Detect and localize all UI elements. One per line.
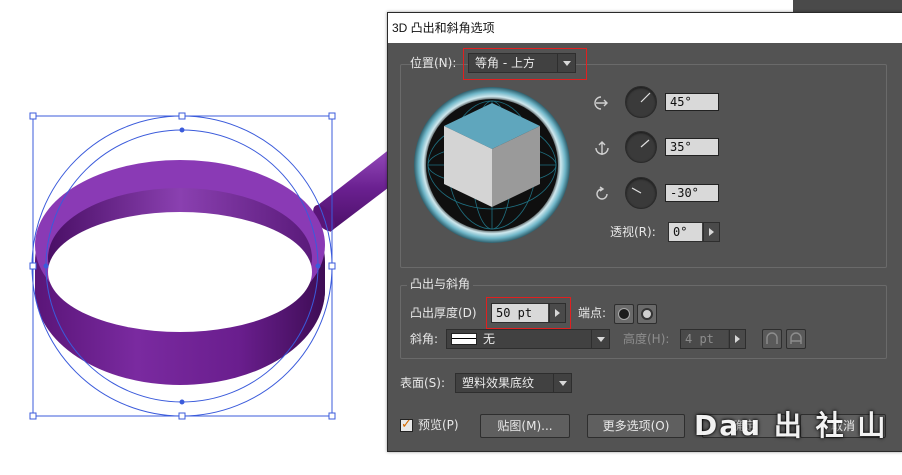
rotate-z-dial[interactable]: [625, 177, 657, 209]
more-options-button[interactable]: 更多选项(O): [587, 414, 685, 438]
rotate-y-dial[interactable]: [625, 131, 657, 163]
rotate-y-icon: [595, 141, 609, 155]
site-watermark: Dau 出 社 山: [694, 409, 888, 442]
anchor-top: [179, 127, 185, 133]
position-label: 位置(N):: [410, 56, 457, 70]
surface-dropdown-value: 塑料效果底纹: [462, 376, 535, 390]
bevel-height-field: 4 pt: [680, 329, 746, 349]
perspective-value: 0°: [669, 223, 702, 241]
extrude-bevel-dialog: 3D 凸出和斜角选项 位置(N): 等角 - 上方 45° 35° -30° 透…: [387, 12, 902, 452]
chevron-down-icon: [591, 330, 609, 348]
position-highlight: [463, 48, 587, 80]
anchor-left: [43, 263, 49, 269]
bevel-label: 斜角:: [410, 332, 439, 346]
perspective-label: 透视(R):: [610, 225, 656, 239]
chevron-right-icon: [729, 330, 745, 348]
handle-tl: [29, 112, 37, 120]
handle-tr: [328, 112, 336, 120]
handle-tm: [178, 112, 186, 120]
cap-off-icon: [641, 308, 653, 320]
anchor-bottom: [179, 399, 185, 405]
rotation-cube-trackball[interactable]: [413, 86, 571, 244]
cap-label: 端点:: [578, 306, 607, 320]
bevel-extent-in-button: [786, 329, 806, 349]
cap-off-button[interactable]: [637, 304, 657, 324]
cap-on-button[interactable]: [614, 304, 634, 324]
handle-bm: [178, 412, 186, 420]
purple-ring-artwork[interactable]: [35, 145, 405, 385]
bevel-height-value: 4 pt: [681, 330, 728, 348]
rotate-x-field[interactable]: 45°: [665, 93, 719, 111]
bevel-dropdown[interactable]: 无: [446, 329, 610, 349]
rotate-z-icon: [596, 186, 608, 200]
chevron-right-icon[interactable]: [703, 223, 719, 241]
handle-br: [328, 412, 336, 420]
bevel-height-label: 高度(H):: [623, 332, 670, 346]
extrude-depth-label: 凸出厚度(D): [410, 306, 477, 320]
extrude-depth-highlight: [486, 297, 571, 329]
cap-on-icon: [618, 308, 630, 320]
preview-label[interactable]: 预览(P): [418, 416, 459, 434]
rotate-z-field[interactable]: -30°: [665, 184, 719, 202]
surface-dropdown[interactable]: 塑料效果底纹: [455, 373, 572, 393]
extrude-group-label: 凸出与斜角: [407, 276, 474, 292]
ring-hole: [48, 212, 312, 332]
bevel-extent-out-button: [762, 329, 782, 349]
handle-ml: [29, 262, 37, 270]
rotate-x-icon: [594, 96, 608, 110]
dialog-title: 3D 凸出和斜角选项: [388, 13, 902, 43]
rotate-x-dial[interactable]: [625, 86, 657, 118]
bevel-preview-swatch: [451, 333, 477, 345]
preview-checkbox[interactable]: [400, 417, 413, 432]
handle-mr: [328, 262, 336, 270]
chevron-down-icon: [553, 374, 571, 392]
perspective-field[interactable]: 0°: [668, 222, 720, 242]
bevel-dropdown-value: 无: [483, 332, 496, 346]
surface-label: 表面(S):: [400, 376, 446, 390]
map-button[interactable]: 贴图(M)...: [480, 414, 570, 438]
rotate-y-field[interactable]: 35°: [665, 138, 719, 156]
anchor-right: [315, 263, 321, 269]
handle-bl: [29, 412, 37, 420]
